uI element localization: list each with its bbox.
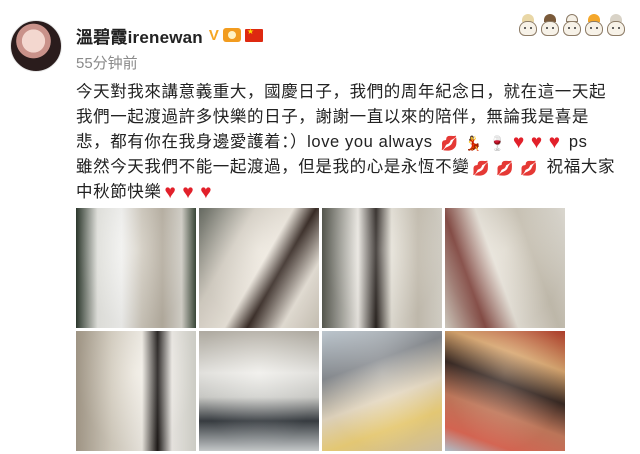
post-line: 我們一起渡過許多快樂的日子，謝謝一直以來的陪伴，無論我是喜是 xyxy=(76,105,628,130)
post-line: 中秋節快樂 ♥ ♥ ♥ xyxy=(76,180,628,205)
post-timestamp[interactable]: 55分钟前 xyxy=(76,52,138,73)
heart-emoji-icon: ♥ xyxy=(200,182,213,203)
heart-emoji-icon: ♥ xyxy=(548,132,561,153)
post-text: 今天對我來講意義重大，國慶日子，我們的周年紀念日，就在這一天起 xyxy=(76,83,607,101)
photo-thumbnail[interactable] xyxy=(199,331,319,451)
cartoon-pets-decoration-icon xyxy=(518,14,626,36)
post-text: 我們一起渡過許多快樂的日子，謝謝一直以來的陪伴，無論我是喜是 xyxy=(76,108,589,126)
post-line: 今天對我來講意義重大，國慶日子，我們的周年紀念日，就在這一天起 xyxy=(76,80,628,105)
heart-emoji-icon: ♥ xyxy=(512,132,525,153)
photo-thumbnail[interactable] xyxy=(322,331,442,451)
pet-icon xyxy=(562,14,582,36)
kiss-emoji-icon: 💋 xyxy=(440,135,459,151)
pet-icon xyxy=(540,14,560,36)
photo-grid xyxy=(76,208,565,451)
photo-thumbnail[interactable] xyxy=(322,208,442,328)
post-text: 中秋節快樂 xyxy=(76,183,162,201)
pet-icon xyxy=(584,14,604,36)
kiss-emoji-icon: 💋 xyxy=(472,160,491,176)
photo-thumbnail[interactable] xyxy=(445,331,565,451)
china-flag-icon xyxy=(244,27,263,42)
post-body: 今天對我來講意義重大，國慶日子，我們的周年紀念日，就在這一天起 我們一起渡過許多… xyxy=(76,80,628,205)
username[interactable]: 溫碧霞irenewan xyxy=(76,23,203,48)
photo-thumbnail[interactable] xyxy=(76,331,196,451)
pet-icon xyxy=(606,14,626,36)
photo-thumbnail[interactable] xyxy=(76,208,196,328)
photo-thumbnail[interactable] xyxy=(199,208,319,328)
heart-emoji-icon: ♥ xyxy=(182,182,195,203)
photo-thumbnail[interactable] xyxy=(445,208,565,328)
post-line: 悲，都有你在我身邊愛護着：）love you always 💋 💃 🍷 ♥ ♥ ♥ ps xyxy=(76,130,628,155)
avatar[interactable] xyxy=(10,20,62,72)
post-text: 祝福大家 xyxy=(546,158,616,176)
post-text: ps xyxy=(568,133,588,151)
kiss-emoji-icon: 💋 xyxy=(496,160,515,176)
dancer-emoji-icon: 💃 xyxy=(464,135,483,151)
kiss-emoji-icon: 💋 xyxy=(520,160,539,176)
level-badge-icon xyxy=(222,28,241,42)
post-text: 悲，都有你在我身邊愛護着：）love you always xyxy=(76,133,433,151)
post-text: 雖然今天我們不能一起渡過，但是我的心是永恆不變 xyxy=(76,158,470,176)
pet-icon xyxy=(518,14,538,36)
heart-emoji-icon: ♥ xyxy=(164,182,177,203)
post-line: 雖然今天我們不能一起渡過，但是我的心是永恆不變 💋 💋 💋 祝福大家 xyxy=(76,155,628,180)
wine-emoji-icon: 🍷 xyxy=(488,135,507,151)
verified-icon: V xyxy=(208,26,219,44)
heart-emoji-icon: ♥ xyxy=(530,132,543,153)
user-header: 溫碧霞irenewan V xyxy=(76,23,263,48)
